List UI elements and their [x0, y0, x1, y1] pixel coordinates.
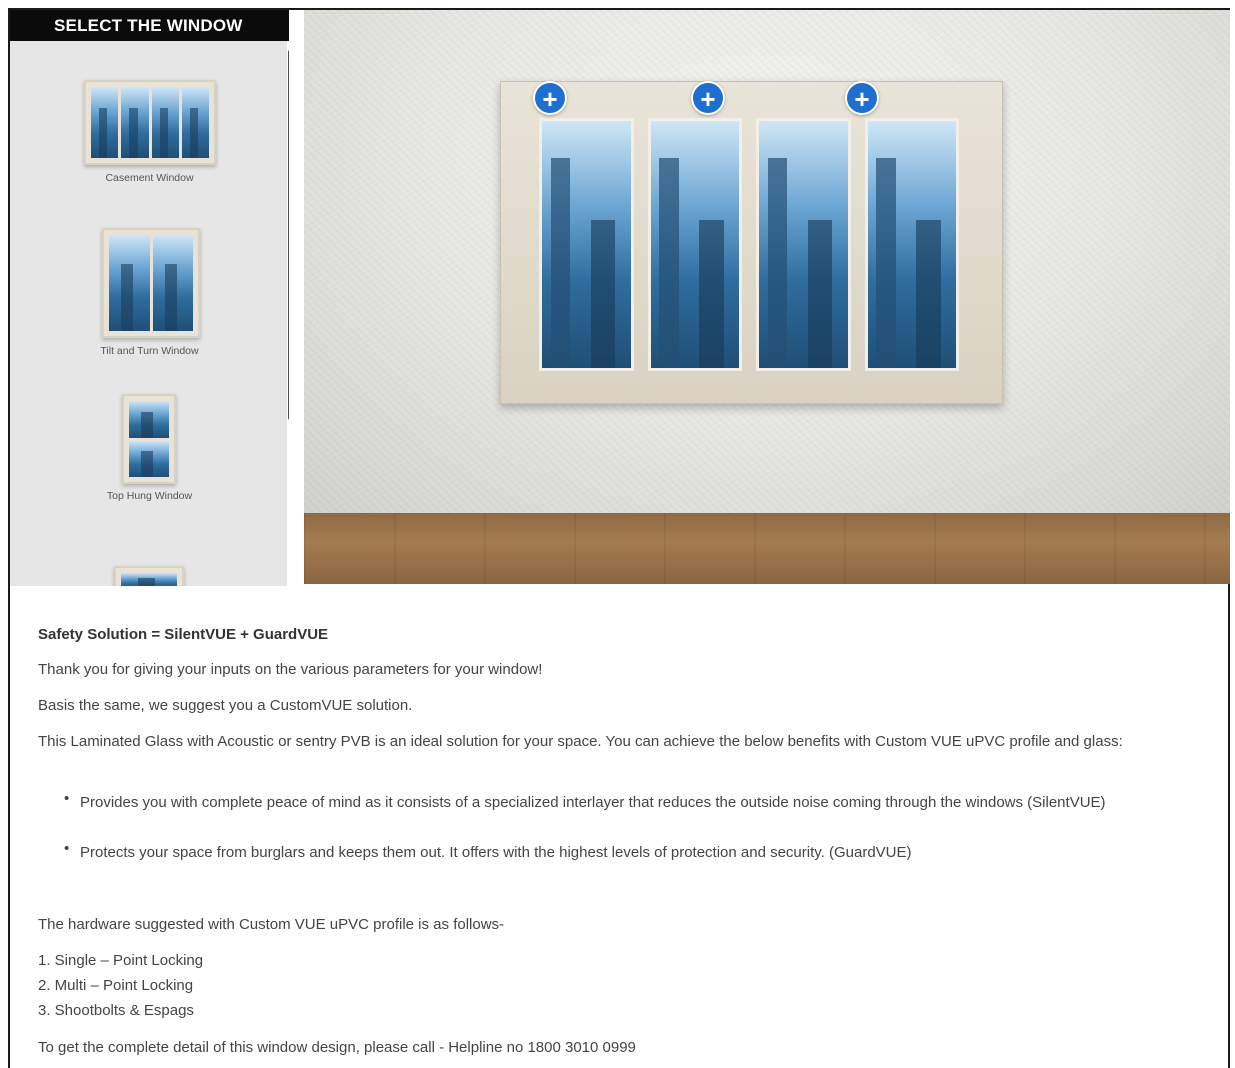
description-text: This Laminated Glass with Acoustic or se…: [38, 733, 1123, 750]
option-top-hung-window[interactable]: Top Hung Window: [10, 394, 289, 506]
solution-heading: Safety Solution = SilentVUE + GuardVUE: [38, 626, 329, 643]
hardware-item: 2. Multi – Point Locking: [38, 977, 194, 994]
add-hotspot-button-3[interactable]: +: [845, 81, 879, 115]
window-selector-sidebar: SELECT THE WINDOW Casement Window Tilt a…: [10, 10, 289, 586]
glass-pane: [864, 118, 959, 371]
window-thumbnail-partial: [114, 566, 184, 586]
glass-pane: [647, 118, 742, 371]
option-casement-window[interactable]: Casement Window: [10, 80, 289, 190]
helpline-text: To get the complete detail of this windo…: [38, 1039, 636, 1056]
sidebar-header: SELECT THE WINDOW: [10, 10, 289, 41]
option-label: Tilt and Turn Window: [100, 345, 199, 357]
hardware-item: 3. Shootbolts & Espags: [38, 1002, 194, 1019]
tilt-and-turn-window-thumbnail: [102, 228, 200, 338]
hardware-item: 1. Single – Point Locking: [38, 952, 204, 969]
option-tilt-and-turn-window[interactable]: Tilt and Turn Window: [10, 228, 289, 358]
casement-window-thumbnail: [84, 80, 216, 165]
hardware-intro: The hardware suggested with Custom VUE u…: [38, 916, 505, 933]
glass-pane: [539, 118, 634, 371]
add-hotspot-button-1[interactable]: +: [533, 81, 567, 115]
casement-window-preview: [500, 81, 1003, 404]
option-label: Top Hung Window: [106, 490, 193, 502]
window-preview-scene: + + +: [304, 10, 1230, 584]
top-hung-window-thumbnail: [122, 394, 176, 484]
thanks-text: Thank you for giving your inputs on the …: [38, 661, 543, 678]
wooden-floor: [304, 513, 1230, 584]
window-glass-panes: [539, 118, 959, 371]
add-hotspot-button-2[interactable]: +: [691, 81, 725, 115]
option-label: Casement Window: [105, 172, 194, 184]
suggestion-text: Basis the same, we suggest you a CustomV…: [38, 697, 413, 714]
option-next-window[interactable]: [10, 566, 289, 586]
sidebar-scrollbar[interactable]: [288, 50, 289, 420]
glass-pane: [756, 118, 851, 371]
